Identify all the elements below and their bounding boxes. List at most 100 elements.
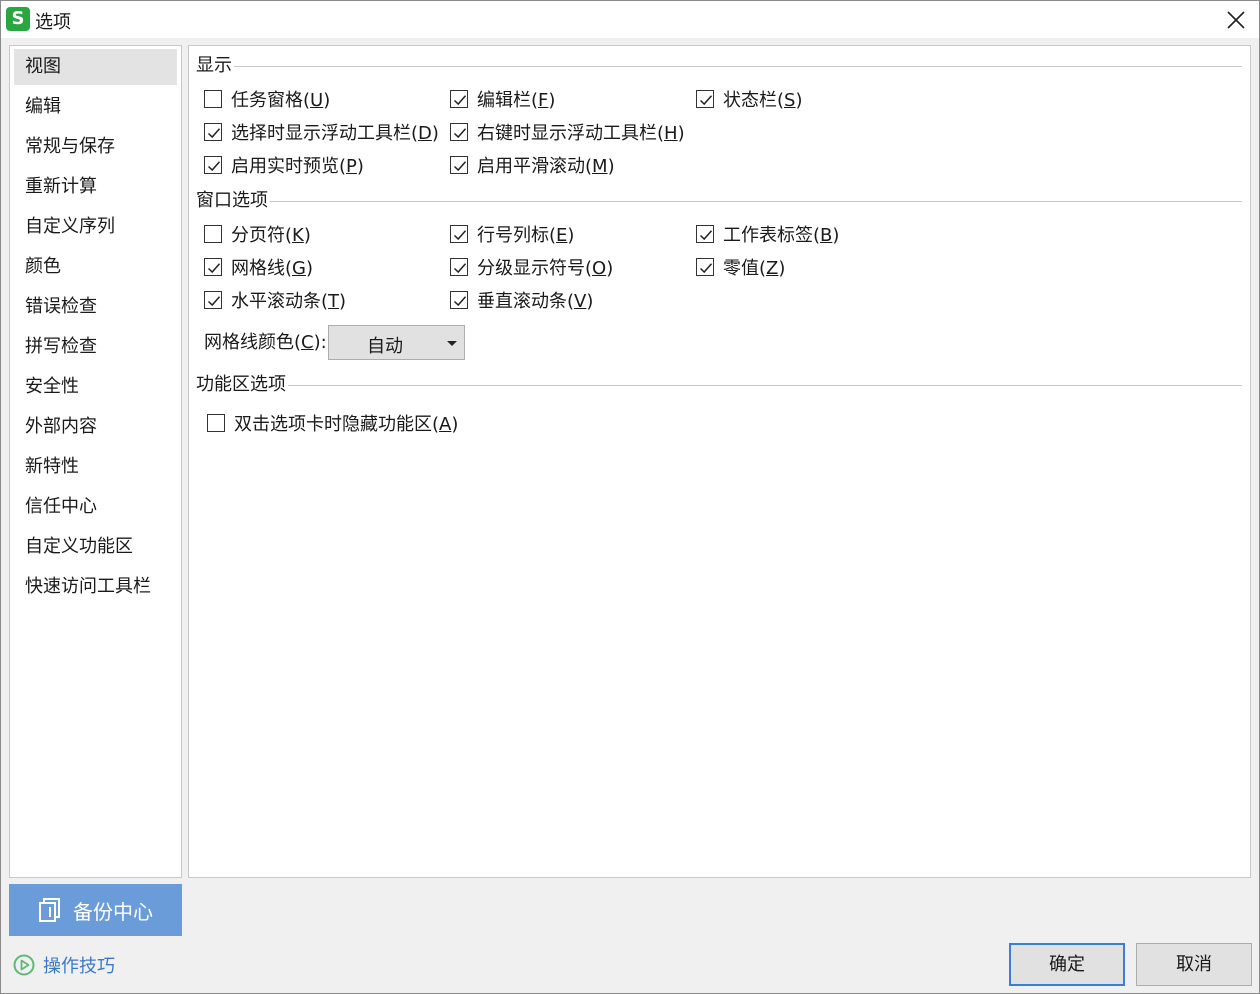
checkbox-label: 启用平滑滚动(M) [477, 156, 615, 177]
sidebar-item-quick-access-toolbar[interactable]: 快速访问工具栏 [14, 569, 177, 605]
checkbox-label: 分级显示符号(O) [477, 258, 614, 279]
title-bar: S 选项 [1, 1, 1259, 38]
checkbox-label: 网格线(G) [231, 258, 314, 279]
checkbox-label: 分页符(K) [231, 225, 311, 246]
checkbox-label: 右键时显示浮动工具栏(H) [477, 123, 685, 144]
checkbox-live-preview[interactable]: 启用实时预览(P) [204, 152, 364, 178]
checkbox-box[interactable] [450, 156, 468, 174]
sidebar-item-external-content[interactable]: 外部内容 [14, 409, 177, 445]
cancel-button[interactable]: 取消 [1136, 943, 1252, 986]
close-icon [1227, 11, 1245, 29]
checkbox-box[interactable] [696, 225, 714, 243]
wps-app-icon: S [6, 7, 30, 31]
sidebar-item-error-check[interactable]: 错误检查 [14, 289, 177, 325]
options-dialog: S 选项 视图 编辑 常规与保存 重新计算 自定义序列 颜色 错误检查 拼写检查… [0, 0, 1260, 994]
checkbox-outline-symbols[interactable]: 分级显示符号(O) [450, 254, 613, 280]
checkbox-box[interactable] [696, 90, 714, 108]
checkmark-icon [699, 95, 713, 106]
options-content-panel: 显示 任务窗格(U) 编辑栏(F) 状态栏(S) 选择时显示浮动工具栏(D) 右… [188, 45, 1251, 878]
sidebar-item-custom-lists[interactable]: 自定义序列 [14, 209, 177, 245]
options-sidebar: 视图 编辑 常规与保存 重新计算 自定义序列 颜色 错误检查 拼写检查 安全性 … [9, 45, 182, 878]
operation-tips-label: 操作技巧 [43, 956, 115, 977]
sidebar-item-recalculate[interactable]: 重新计算 [14, 169, 177, 205]
sidebar-item-general-save[interactable]: 常规与保存 [14, 129, 177, 165]
close-button[interactable] [1219, 3, 1253, 37]
section-title-ribbon: 功能区选项 [196, 373, 288, 397]
section-divider [196, 201, 1242, 202]
checkbox-label: 零值(Z) [723, 258, 786, 279]
checkbox-box[interactable] [204, 156, 222, 174]
checkbox-smooth-scroll[interactable]: 启用平滑滚动(M) [450, 152, 615, 178]
checkbox-formula-bar[interactable]: 编辑栏(F) [450, 86, 555, 112]
section-divider [196, 66, 1242, 67]
dropdown-arrow-icon [447, 341, 457, 346]
gridline-color-value: 自动 [367, 336, 403, 357]
gridline-color-dropdown[interactable]: 自动 [328, 325, 465, 360]
checkbox-label: 双击选项卡时隐藏功能区(A) [234, 414, 459, 435]
checkmark-icon [207, 263, 221, 274]
checkbox-box[interactable] [450, 258, 468, 276]
checkbox-horizontal-scrollbar[interactable]: 水平滚动条(T) [204, 287, 346, 313]
checkbox-float-toolbar-rightclick[interactable]: 右键时显示浮动工具栏(H) [450, 119, 685, 145]
checkbox-task-pane[interactable]: 任务窗格(U) [204, 86, 330, 112]
checkmark-icon [699, 263, 713, 274]
checkbox-row-col-headers[interactable]: 行号列标(E) [450, 221, 574, 247]
sidebar-item-view[interactable]: 视图 [14, 49, 177, 85]
checkbox-label: 任务窗格(U) [231, 90, 331, 111]
section-title-window-options: 窗口选项 [196, 189, 270, 213]
checkbox-gridlines[interactable]: 网格线(G) [204, 254, 313, 280]
checkbox-label: 启用实时预览(P) [231, 156, 364, 177]
checkmark-icon [453, 296, 467, 307]
play-circle-icon [13, 954, 35, 976]
checkbox-page-breaks[interactable]: 分页符(K) [204, 221, 311, 247]
checkbox-vertical-scrollbar[interactable]: 垂直滚动条(V) [450, 287, 593, 313]
checkbox-box[interactable] [204, 225, 222, 243]
checkmark-icon [453, 230, 467, 241]
checkbox-label: 水平滚动条(T) [231, 291, 347, 312]
checkbox-box[interactable] [450, 123, 468, 141]
checkbox-hide-ribbon-doubleclick[interactable]: 双击选项卡时隐藏功能区(A) [207, 410, 458, 436]
ok-button[interactable]: 确定 [1009, 943, 1125, 986]
sidebar-item-spell-check[interactable]: 拼写检查 [14, 329, 177, 365]
sidebar-item-custom-ribbon[interactable]: 自定义功能区 [14, 529, 177, 565]
checkbox-box[interactable] [204, 258, 222, 276]
checkbox-box[interactable] [450, 90, 468, 108]
checkmark-icon [207, 128, 221, 139]
gridline-color-label: 网格线颜色(C): [204, 332, 327, 353]
operation-tips-link[interactable]: 操作技巧 [13, 952, 115, 978]
checkbox-box[interactable] [450, 291, 468, 309]
checkbox-zero-values[interactable]: 零值(Z) [696, 254, 785, 280]
checkbox-box[interactable] [207, 414, 225, 432]
checkmark-icon [453, 161, 467, 172]
backup-center-button[interactable]: 备份中心 [9, 884, 182, 936]
checkbox-label: 垂直滚动条(V) [477, 291, 594, 312]
checkbox-box[interactable] [204, 123, 222, 141]
checkbox-box[interactable] [204, 291, 222, 309]
checkbox-float-toolbar-select[interactable]: 选择时显示浮动工具栏(D) [204, 119, 439, 145]
checkbox-box[interactable] [450, 225, 468, 243]
checkbox-status-bar[interactable]: 状态栏(S) [696, 86, 803, 112]
checkbox-label: 行号列标(E) [477, 225, 575, 246]
checkbox-label: 编辑栏(F) [477, 90, 556, 111]
checkmark-icon [453, 95, 467, 106]
sidebar-item-edit[interactable]: 编辑 [14, 89, 177, 125]
checkbox-sheet-tabs[interactable]: 工作表标签(B) [696, 221, 839, 247]
checkmark-icon [207, 161, 221, 172]
window-title: 选项 [35, 12, 71, 33]
sidebar-item-new-features[interactable]: 新特性 [14, 449, 177, 485]
checkbox-box[interactable] [204, 90, 222, 108]
backup-document-icon [39, 898, 60, 922]
sidebar-item-color[interactable]: 颜色 [14, 249, 177, 285]
sidebar-item-trust-center[interactable]: 信任中心 [14, 489, 177, 525]
checkbox-label: 工作表标签(B) [723, 225, 840, 246]
checkmark-icon [699, 230, 713, 241]
section-divider [196, 385, 1242, 386]
checkmark-icon [207, 296, 221, 307]
sidebar-item-security[interactable]: 安全性 [14, 369, 177, 405]
section-title-display: 显示 [196, 54, 234, 78]
checkmark-icon [453, 263, 467, 274]
backup-center-label: 备份中心 [73, 900, 153, 924]
checkbox-box[interactable] [696, 258, 714, 276]
checkbox-label: 选择时显示浮动工具栏(D) [231, 123, 439, 144]
checkmark-icon [453, 128, 467, 139]
